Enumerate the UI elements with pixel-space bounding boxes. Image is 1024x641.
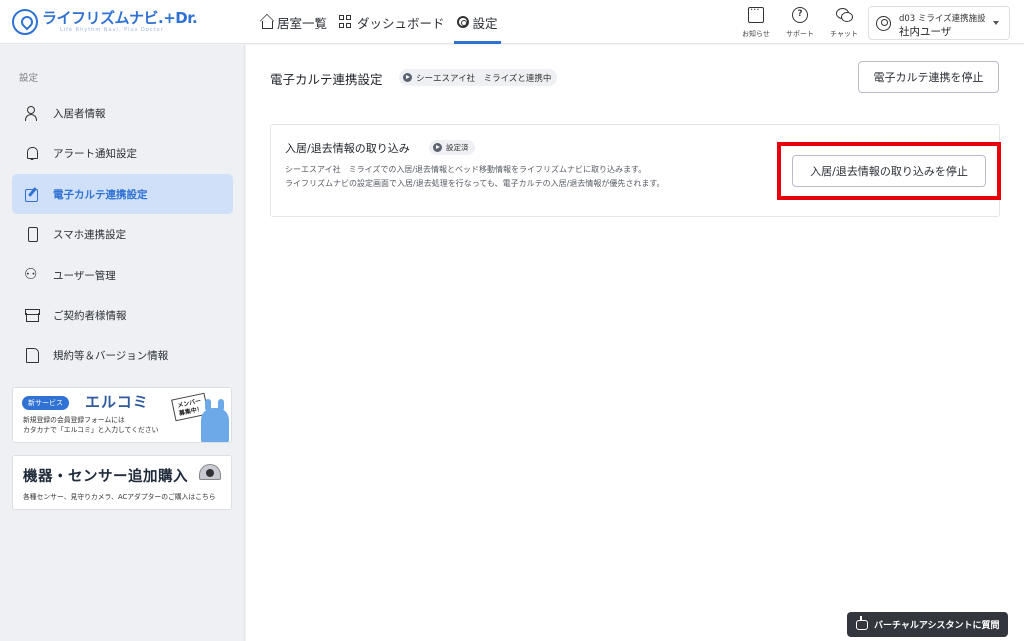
sidebar-item-label: ご契約者様情報 xyxy=(53,309,127,322)
device-purchase-banner[interactable]: 機器・センサー追加購入 各種センサー、見守りカメラ、ACアダプターのご購入はこち… xyxy=(12,455,232,510)
sidebar-item-label: 入居者情報 xyxy=(53,107,106,120)
play-circle-icon xyxy=(403,73,412,82)
robot-icon xyxy=(856,615,868,630)
smartphone-icon xyxy=(25,227,39,242)
chat-icon xyxy=(836,7,853,23)
sidebar-item-label: 規約等＆バージョン情報 xyxy=(53,349,169,362)
configured-badge-text: 設定済 xyxy=(446,143,469,152)
banner-text: カタカナで「エルコミ」と入力してください xyxy=(23,426,159,434)
users-icon xyxy=(24,265,39,283)
admission-import-card: 入居/退去情報の取り込み 設定済 シーエスアイ社 ミライズでの入居/退去情報とベ… xyxy=(270,124,1001,217)
user-facility: d03 ミライズ連携施設 xyxy=(899,14,986,24)
sidebar-item-terms-version[interactable]: 規約等＆バージョン情報 xyxy=(12,335,233,375)
nav-room-list-label: 居室一覧 xyxy=(277,15,328,31)
user-avatar-icon xyxy=(876,16,891,31)
nav-dashboard-label: ダッシュボード xyxy=(357,15,445,31)
sidebar-item-smartphone[interactable]: スマホ連携設定 xyxy=(12,214,233,254)
sidebar-item-contract-info[interactable]: ご契約者様情報 xyxy=(12,295,233,335)
banner-text: 新規登録の会員登録フォームには xyxy=(23,416,125,424)
card-description: ライフリズムナビの設定画面で入居/退去処理を行なっても、電子カルテの入居/退去情… xyxy=(285,179,665,188)
notice-label: お知らせ xyxy=(742,30,770,38)
integration-status-text: シーエスアイ社 ミライズと連携中 xyxy=(416,73,552,84)
new-service-badge: 新サービス xyxy=(22,396,69,410)
integration-status-badge: シーエスアイ社 ミライズと連携中 xyxy=(399,69,558,86)
main-nav: 居室一覧 ダッシュボード 設定 xyxy=(262,0,510,44)
chat-label: チャット xyxy=(830,30,858,38)
card-description: シーエスアイ社 ミライズでの入居/退去情報とベッド移動情報をライフリズムナビに取… xyxy=(285,165,647,174)
help-icon: ? xyxy=(792,7,808,23)
nav-settings-label: 設定 xyxy=(472,15,498,31)
edit-icon xyxy=(25,187,39,202)
elcomi-banner[interactable]: 新サービス エルコミ 新規登録の会員登録フォームには カタカナで「エルコミ」と入… xyxy=(12,387,232,443)
sidebar-item-label: アラート通知設定 xyxy=(53,147,137,160)
support-label: サポート xyxy=(786,30,814,38)
support-button[interactable]: ? サポート xyxy=(780,4,820,39)
gear-icon xyxy=(456,16,469,28)
page-title: 電子カルテ連携設定 xyxy=(270,72,383,87)
top-header: ライフリズムナビ.+Dr. Life Rhythm Navi. Plus Doc… xyxy=(0,0,1024,44)
nav-settings[interactable]: 設定 xyxy=(453,0,501,44)
sidebar-item-label: 電子カルテ連携設定 xyxy=(53,188,148,201)
sidebar-item-alert-settings[interactable]: アラート通知設定 xyxy=(12,133,233,173)
camera-icon xyxy=(199,464,221,480)
configured-badge: 設定済 xyxy=(429,140,475,155)
nav-dashboard[interactable]: ダッシュボード xyxy=(339,0,445,44)
main-content: 電子カルテ連携設定 シーエスアイ社 ミライズと連携中 電子カルテ連携を停止 入居… xyxy=(246,45,1024,641)
logo-mark-icon xyxy=(12,9,38,35)
bell-icon xyxy=(25,146,39,160)
archive-icon xyxy=(25,308,40,322)
logo-tagline: Life Rhythm Navi. Plus Doctor xyxy=(60,27,164,33)
dashboard-icon xyxy=(339,15,353,29)
stop-emr-integration-button[interactable]: 電子カルテ連携を停止 xyxy=(858,61,999,93)
resident-icon xyxy=(25,106,39,121)
sidebar-item-label: ユーザー管理 xyxy=(53,269,116,282)
sidebar-item-user-management[interactable]: ユーザー管理 xyxy=(12,255,233,295)
notice-icon xyxy=(748,5,764,23)
banner-title: 機器・センサー追加購入 xyxy=(23,469,188,485)
sidebar-item-label: スマホ連携設定 xyxy=(53,228,127,241)
logo-name: ライフリズムナビ.+Dr. xyxy=(42,9,198,27)
sidebar-item-emr-integration[interactable]: 電子カルテ連携設定 xyxy=(12,174,233,214)
document-icon xyxy=(25,348,39,363)
nav-room-list[interactable]: 居室一覧 xyxy=(262,0,327,44)
card-title: 入居/退去情報の取り込み xyxy=(285,142,410,155)
app-logo[interactable]: ライフリズムナビ.+Dr. Life Rhythm Navi. Plus Doc… xyxy=(12,8,198,36)
user-name: 社内ユーザ xyxy=(899,26,952,38)
banner-text: 各種センサー、見守りカメラ、ACアダプターのご購入はこちら xyxy=(23,493,216,501)
sidebar-item-resident-info[interactable]: 入居者情報 xyxy=(12,93,233,133)
settings-sidebar: 設定 入居者情報 アラート通知設定 電子カルテ連携設定 スマホ連携設定 ユーザー… xyxy=(0,45,245,641)
caret-down-icon xyxy=(993,21,999,25)
mascot-icon xyxy=(201,399,229,442)
play-circle-icon xyxy=(433,143,442,152)
sidebar-heading: 設定 xyxy=(19,73,39,84)
banner-title: エルコミ xyxy=(85,393,149,411)
home-icon xyxy=(262,20,273,29)
virtual-assistant-button[interactable]: バーチャルアシスタントに質問 xyxy=(847,612,1008,637)
virtual-assistant-label: バーチャルアシスタントに質問 xyxy=(874,621,1000,631)
user-menu[interactable]: d03 ミライズ連携施設 社内ユーザ xyxy=(868,6,1010,40)
notice-button[interactable]: お知らせ xyxy=(736,4,776,39)
chat-button[interactable]: チャット xyxy=(824,4,864,39)
stop-admission-import-button[interactable]: 入居/退去情報の取り込みを停止 xyxy=(792,155,986,187)
